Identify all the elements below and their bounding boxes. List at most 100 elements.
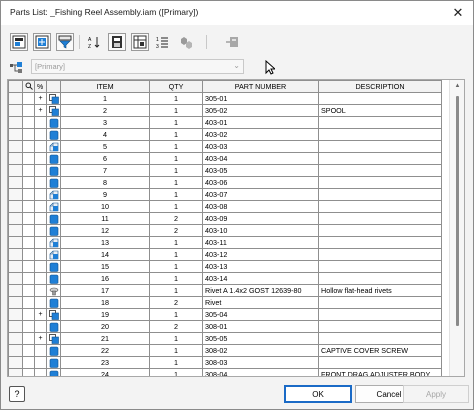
filter-settings-button[interactable] bbox=[56, 33, 74, 51]
header-filter-cell[interactable] bbox=[22, 80, 35, 93]
row-selector[interactable] bbox=[8, 104, 23, 117]
expand-toggle[interactable]: + bbox=[34, 332, 47, 345]
expand-toggle[interactable] bbox=[34, 284, 47, 297]
description-cell[interactable]: SPOOL bbox=[318, 104, 442, 117]
row-selector[interactable] bbox=[8, 224, 23, 237]
qty-cell[interactable]: 1 bbox=[149, 176, 203, 189]
qty-cell[interactable]: 1 bbox=[149, 116, 203, 129]
description-cell[interactable] bbox=[318, 176, 442, 189]
close-button[interactable]: ✕ bbox=[443, 1, 473, 25]
qty-cell[interactable]: 1 bbox=[149, 200, 203, 213]
table-row[interactable]: 9 1 403-07 bbox=[8, 188, 442, 201]
row-selector[interactable] bbox=[8, 260, 23, 273]
column-chooser-button[interactable] bbox=[10, 33, 28, 51]
table-row[interactable]: 20 2 308-01 bbox=[8, 320, 442, 333]
part-number-cell[interactable]: 403-14 bbox=[202, 272, 319, 285]
item-cell[interactable]: 23 bbox=[60, 356, 150, 369]
row-selector[interactable] bbox=[8, 308, 23, 321]
item-cell[interactable]: 9 bbox=[60, 188, 150, 201]
column-header-description[interactable]: DESCRIPTION bbox=[318, 80, 442, 93]
expand-toggle[interactable] bbox=[34, 296, 47, 309]
expand-toggle[interactable] bbox=[34, 248, 47, 261]
description-cell[interactable] bbox=[318, 248, 442, 261]
description-cell[interactable] bbox=[318, 128, 442, 141]
description-cell[interactable] bbox=[318, 152, 442, 165]
description-cell[interactable] bbox=[318, 356, 442, 369]
expand-toggle[interactable] bbox=[34, 272, 47, 285]
qty-cell[interactable]: 1 bbox=[149, 92, 203, 105]
row-selector[interactable] bbox=[8, 248, 23, 261]
qty-cell[interactable]: 2 bbox=[149, 212, 203, 225]
row-selector[interactable] bbox=[8, 344, 23, 357]
item-cell[interactable]: 2 bbox=[60, 104, 150, 117]
table-row[interactable]: 23 1 308-03 bbox=[8, 356, 442, 369]
row-selector[interactable] bbox=[8, 212, 23, 225]
vertical-scrollbar[interactable]: ▲ bbox=[449, 80, 464, 376]
table-row[interactable]: 4 1 403-02 bbox=[8, 128, 442, 141]
expand-toggle[interactable]: + bbox=[34, 92, 47, 105]
item-cell[interactable]: 8 bbox=[60, 176, 150, 189]
table-row[interactable]: 16 1 403-14 bbox=[8, 272, 442, 285]
part-number-cell[interactable]: 403-03 bbox=[202, 140, 319, 153]
qty-cell[interactable]: 2 bbox=[149, 296, 203, 309]
part-number-cell[interactable]: Rivet A 1.4x2 GOST 12639-80 bbox=[202, 284, 319, 297]
expand-toggle[interactable] bbox=[34, 224, 47, 237]
expand-toggle[interactable] bbox=[34, 260, 47, 273]
part-number-cell[interactable]: 305-01 bbox=[202, 92, 319, 105]
item-cell[interactable]: 16 bbox=[60, 272, 150, 285]
item-cell[interactable]: 15 bbox=[60, 260, 150, 273]
view-filter-dropdown[interactable]: [Primary] ⌄ bbox=[31, 59, 244, 74]
row-selector[interactable] bbox=[8, 368, 23, 376]
renumber-button[interactable]: 13 bbox=[154, 33, 172, 51]
description-cell[interactable] bbox=[318, 164, 442, 177]
part-number-cell[interactable]: Rivet bbox=[202, 296, 319, 309]
part-number-cell[interactable]: 403-08 bbox=[202, 200, 319, 213]
row-selector[interactable] bbox=[8, 92, 23, 105]
qty-cell[interactable]: 1 bbox=[149, 260, 203, 273]
expand-toggle[interactable] bbox=[34, 140, 47, 153]
part-number-cell[interactable]: 308-02 bbox=[202, 344, 319, 357]
part-number-cell[interactable]: 403-11 bbox=[202, 236, 319, 249]
part-number-cell[interactable]: 305-05 bbox=[202, 332, 319, 345]
table-row[interactable]: 5 1 403-03 bbox=[8, 140, 442, 153]
ok-button[interactable]: OK bbox=[284, 385, 352, 403]
description-cell[interactable] bbox=[318, 308, 442, 321]
description-cell[interactable]: CAPTIVE COVER SCREW bbox=[318, 344, 442, 357]
item-cell[interactable]: 4 bbox=[60, 128, 150, 141]
row-selector[interactable] bbox=[8, 272, 23, 285]
expand-toggle[interactable] bbox=[34, 176, 47, 189]
table-row[interactable]: 13 1 403-11 bbox=[8, 236, 442, 249]
row-selector[interactable] bbox=[8, 320, 23, 333]
help-button[interactable]: ? bbox=[9, 386, 25, 402]
scroll-up-icon[interactable]: ▲ bbox=[453, 82, 462, 90]
qty-cell[interactable]: 1 bbox=[149, 344, 203, 357]
part-number-cell[interactable]: 403-04 bbox=[202, 152, 319, 165]
item-cell[interactable]: 12 bbox=[60, 224, 150, 237]
expand-toggle[interactable] bbox=[34, 152, 47, 165]
apply-button[interactable]: Apply bbox=[403, 385, 469, 403]
qty-cell[interactable]: 1 bbox=[149, 332, 203, 345]
table-row[interactable]: 6 1 403-04 bbox=[8, 152, 442, 165]
expand-toggle[interactable] bbox=[34, 200, 47, 213]
expand-toggle[interactable] bbox=[34, 368, 47, 376]
qty-cell[interactable]: 1 bbox=[149, 248, 203, 261]
part-number-cell[interactable]: 403-02 bbox=[202, 128, 319, 141]
table-row[interactable]: 22 1 308-02 CAPTIVE COVER SCREW bbox=[8, 344, 442, 357]
table-row[interactable]: 18 2 Rivet bbox=[8, 296, 442, 309]
scrollbar-thumb[interactable] bbox=[456, 96, 459, 326]
table-row[interactable]: +1 1 305-01 bbox=[8, 92, 442, 105]
row-selector[interactable] bbox=[8, 236, 23, 249]
item-cell[interactable]: 11 bbox=[60, 212, 150, 225]
table-row[interactable]: 3 1 403-01 bbox=[8, 116, 442, 129]
expand-toggle[interactable]: + bbox=[34, 104, 47, 117]
qty-cell[interactable]: 1 bbox=[149, 164, 203, 177]
qty-cell[interactable]: 1 bbox=[149, 188, 203, 201]
qty-cell[interactable]: 1 bbox=[149, 356, 203, 369]
qty-cell[interactable]: 2 bbox=[149, 224, 203, 237]
qty-cell[interactable]: 1 bbox=[149, 104, 203, 117]
sort-button[interactable]: AZ bbox=[85, 33, 103, 51]
qty-cell[interactable]: 1 bbox=[149, 272, 203, 285]
qty-cell[interactable]: 1 bbox=[149, 140, 203, 153]
expand-toggle[interactable] bbox=[34, 356, 47, 369]
part-number-cell[interactable]: 403-12 bbox=[202, 248, 319, 261]
